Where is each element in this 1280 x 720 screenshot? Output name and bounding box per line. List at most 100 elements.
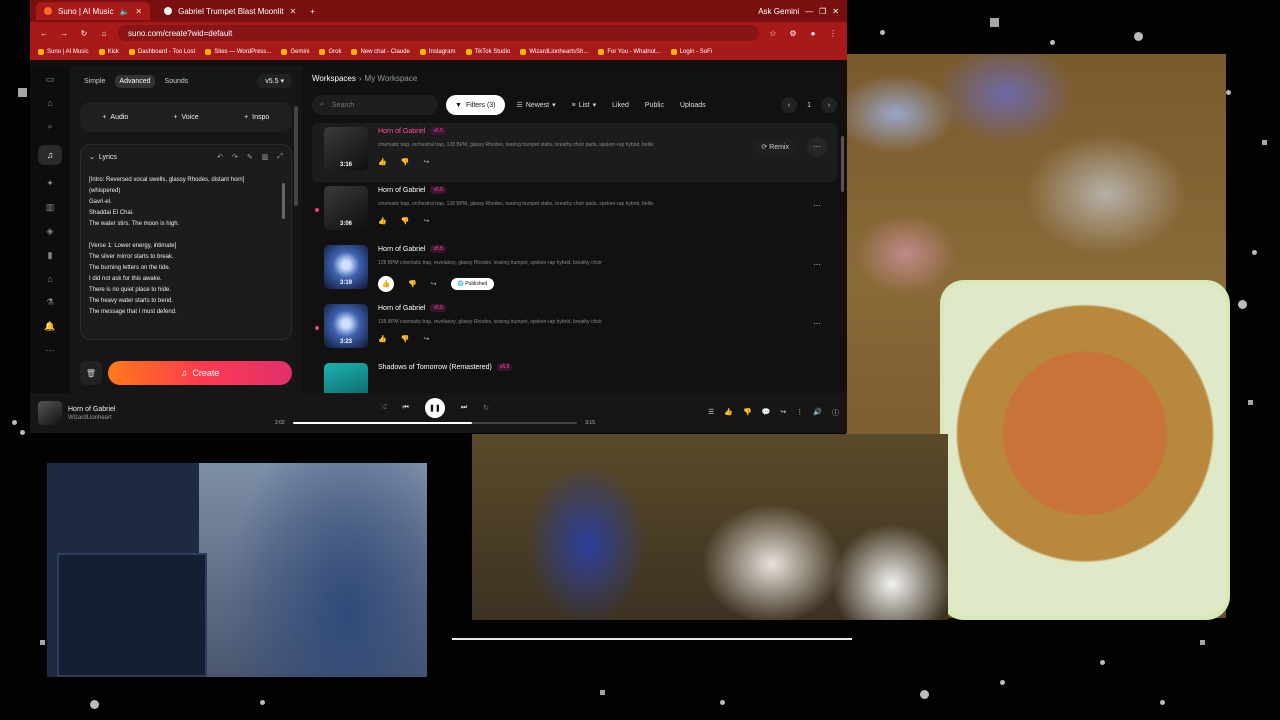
add-audio-button[interactable]: + Audio (80, 102, 151, 132)
share-icon[interactable]: ↪ (431, 280, 437, 288)
edit-icon[interactable]: ✎ (247, 153, 253, 161)
create-button[interactable]: ♫ Create (108, 361, 292, 385)
reload-icon[interactable]: ↻ (78, 29, 90, 38)
lyrics-textarea[interactable]: [Intro: Reversed vocal swells, glassy Rh… (89, 175, 283, 315)
player-artist[interactable]: WizardLionheart (68, 415, 115, 421)
song-title[interactable]: Horn of Gabriel (378, 187, 425, 194)
minimize-icon[interactable]: — (805, 7, 813, 16)
more-options-icon[interactable]: ⋯ (807, 314, 827, 334)
volume-icon[interactable]: 🔊 (813, 408, 822, 418)
mode-simple[interactable]: Simple (80, 75, 109, 88)
tab-liked[interactable]: Liked (608, 102, 633, 109)
close-tab-icon[interactable]: ✕ (135, 7, 142, 16)
notifications-icon[interactable]: 🔔 (44, 321, 55, 332)
home-nav-icon[interactable]: ⌂ (47, 98, 52, 108)
bookmark-item[interactable]: Sites — WordPress... (205, 49, 271, 55)
close-window-icon[interactable]: ✕ (832, 7, 847, 16)
search-input[interactable]: ⌕ Search (312, 95, 438, 115)
next-icon[interactable]: ⏭ (461, 404, 467, 412)
song-title[interactable]: Shadows of Tomorrow (Remastered) (378, 364, 492, 371)
profile-avatar[interactable]: ● (807, 29, 819, 38)
dislike-icon[interactable]: 👎 (401, 217, 410, 225)
trash-icon[interactable]: 🗑 (80, 361, 102, 385)
tab-uploads[interactable]: Uploads (676, 102, 710, 109)
pause-button[interactable]: ❚❚ (424, 398, 445, 418)
collapse-icon[interactable]: ⌄ (89, 153, 95, 161)
player-cover[interactable] (38, 401, 62, 425)
close-tab-icon[interactable]: ✕ (289, 7, 296, 16)
redo-icon[interactable]: ↷ (232, 153, 238, 161)
bookmark-item[interactable]: TikTok Studio (465, 49, 510, 55)
back-icon[interactable]: ← (38, 29, 50, 38)
library-icon[interactable]: ▥ (262, 153, 269, 161)
like-icon[interactable]: 👍 (378, 158, 387, 166)
remix-button[interactable]: ⟳ Remix (753, 139, 797, 155)
dislike-icon[interactable]: 👎 (408, 280, 417, 288)
sort-dropdown[interactable]: ☰ Newest ▾ (513, 101, 560, 110)
explore-nav-icon[interactable]: ✦ (46, 178, 54, 189)
share-icon[interactable]: ↪ (423, 335, 429, 343)
breadcrumb-root[interactable]: Workspaces (312, 74, 356, 83)
next-page-icon[interactable]: › (821, 97, 837, 113)
new-tab-icon[interactable]: + (310, 7, 315, 16)
undo-icon[interactable]: ↶ (217, 153, 223, 161)
more-options-icon[interactable]: ⋮ (796, 408, 803, 418)
menu-icon[interactable]: ⋮ (827, 29, 839, 38)
share-icon[interactable]: ↪ (423, 217, 429, 225)
add-voice-button[interactable]: + Voice (151, 102, 222, 132)
create-nav-icon[interactable]: ♫ (38, 145, 62, 165)
forward-icon[interactable]: → (58, 29, 70, 38)
bookmark-item[interactable]: For You - Whatnot... (598, 49, 661, 55)
dislike-icon[interactable]: 👎 (401, 158, 410, 166)
more-nav-icon[interactable]: ⋯ (46, 345, 55, 356)
like-icon[interactable]: 👍 (378, 276, 394, 292)
song-list-scrollbar[interactable] (841, 136, 844, 192)
home-icon[interactable]: ⌂ (98, 29, 110, 38)
bookmark-item[interactable]: Kick (98, 49, 119, 55)
filters-button[interactable]: ▼ Filters (3) (446, 95, 505, 115)
tab-gabriel[interactable]: Gabriel Trumpet Blast Moonlit ✕ (156, 2, 304, 20)
previous-icon[interactable]: ⏮ (403, 404, 409, 412)
library-nav-icon[interactable]: ▥ (46, 202, 55, 213)
bookmark-item[interactable]: Gemini (281, 49, 309, 55)
song-row[interactable]: 3:16 Horn of Gabriel v5.5 cinematic trap,… (312, 123, 837, 182)
share-icon[interactable]: ↪ (780, 408, 786, 418)
like-icon[interactable]: 👍 (724, 408, 733, 418)
song-cover[interactable]: 3:06 (324, 186, 368, 230)
bookmark-item[interactable]: Instagram (419, 49, 456, 55)
add-inspo-button[interactable]: + Inspo (221, 102, 292, 132)
store-nav-icon[interactable]: ⌂ (47, 274, 52, 284)
bookmark-item[interactable]: Login - SoFi (670, 49, 712, 55)
share-icon[interactable]: ↪ (423, 158, 429, 166)
mode-advanced[interactable]: Advanced (115, 74, 155, 88)
like-icon[interactable]: 👍 (378, 217, 387, 225)
version-select[interactable]: v5.5 ▾ (257, 74, 292, 88)
comment-icon[interactable]: 💬 (762, 408, 771, 418)
published-badge[interactable]: 🌐 Published (450, 278, 495, 290)
song-title[interactable]: Horn of Gabriel (378, 128, 425, 135)
more-options-icon[interactable]: ⋯ (807, 255, 827, 275)
shuffle-icon[interactable]: ⤮ (381, 404, 387, 412)
extensions-icon[interactable]: ⚙ (787, 29, 799, 38)
sidebar-toggle-icon[interactable]: ▭ (46, 74, 55, 85)
queue-icon[interactable]: ☰ (708, 408, 714, 418)
song-row[interactable]: 3:23 Horn of Gabriel v5.5 128 BPM cinemat… (312, 300, 837, 359)
prev-page-icon[interactable]: ‹ (781, 97, 798, 113)
url-field[interactable]: suno.com/create?wid=default (118, 25, 759, 41)
hooks-nav-icon[interactable]: ▮ (48, 250, 53, 261)
song-cover[interactable] (324, 363, 368, 393)
bookmark-item[interactable]: WizardLionheartsSh... (520, 49, 588, 55)
restore-icon[interactable]: ❐ (819, 7, 826, 16)
bookmark-item[interactable]: New chat - Claude (351, 49, 410, 55)
repeat-icon[interactable]: ↻ (483, 404, 489, 412)
song-row[interactable]: 3:19 Horn of Gabriel v5.5 128 BPM cinemat… (312, 241, 837, 300)
lyrics-scrollbar[interactable] (282, 183, 285, 219)
song-title[interactable]: Horn of Gabriel (378, 305, 425, 312)
song-row[interactable]: Shadows of Tomorrow (Remastered) v5.5 (312, 359, 837, 393)
bookmark-item[interactable]: Grok (319, 49, 341, 55)
song-row[interactable]: 3:06 Horn of Gabriel v5.5 cinematic trap,… (312, 182, 837, 241)
mode-sounds[interactable]: Sounds (161, 75, 193, 88)
search-nav-icon[interactable]: ⌕ (47, 121, 52, 132)
info-icon[interactable]: ⓘ (832, 408, 839, 418)
tab-suno[interactable]: Suno | AI Music 🔈 ✕ (36, 2, 151, 20)
